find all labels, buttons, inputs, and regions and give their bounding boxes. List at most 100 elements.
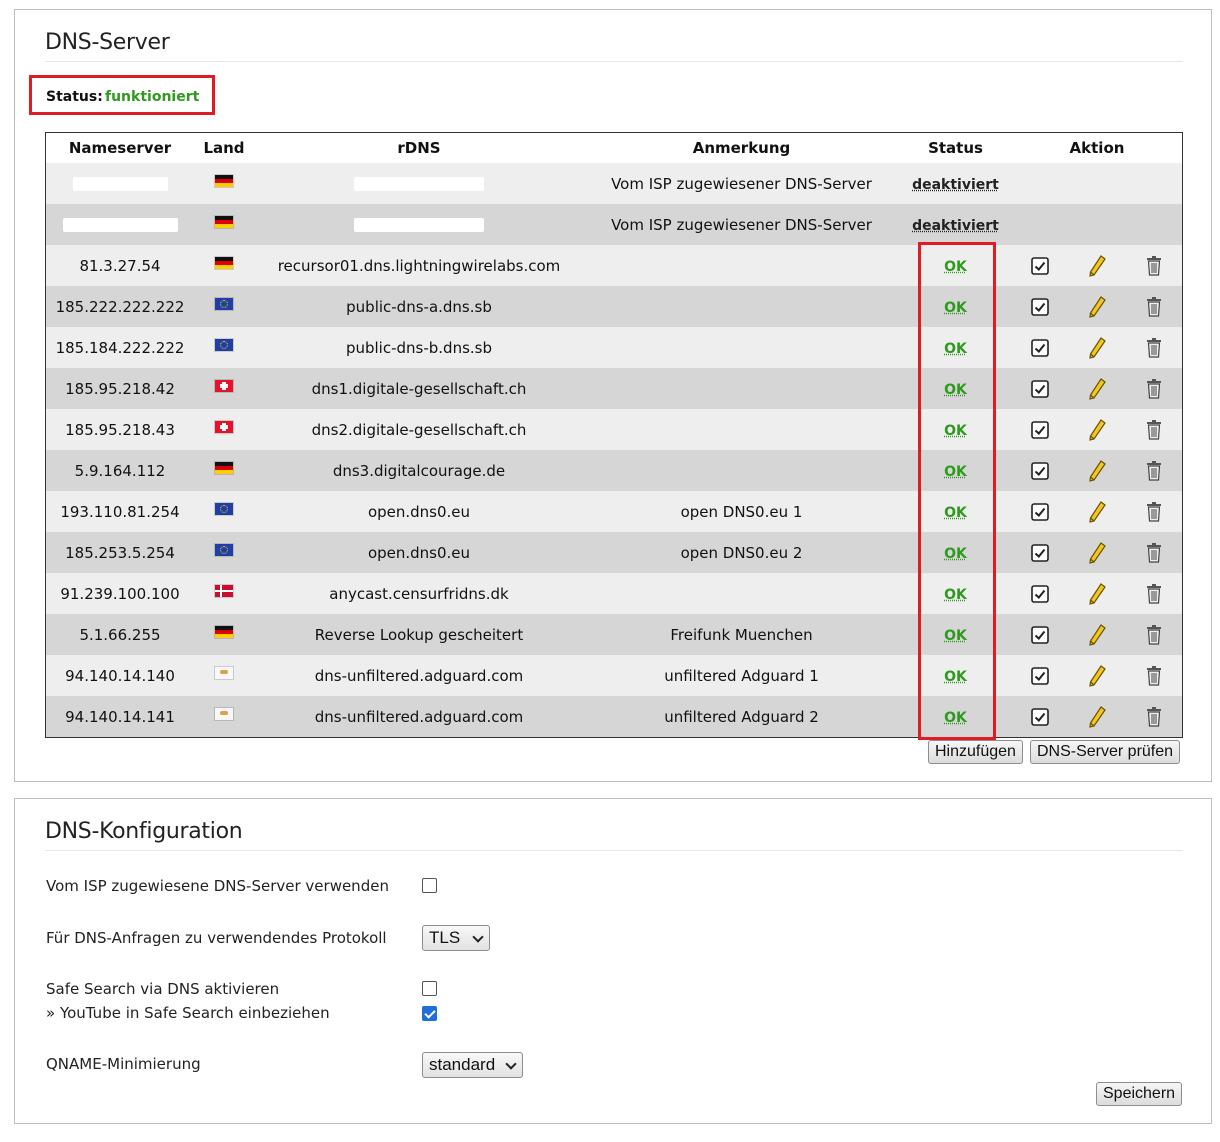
checkbox-icon[interactable] [1030, 666, 1050, 686]
action-cell[interactable] [1012, 450, 1068, 491]
trash-icon[interactable] [1144, 460, 1164, 482]
pencil-icon[interactable] [1087, 254, 1107, 278]
trash-icon[interactable] [1144, 501, 1164, 523]
status-cell[interactable]: OK [899, 696, 1012, 737]
status-cell[interactable]: deaktiviert [899, 204, 1012, 245]
server-status[interactable]: OK [944, 300, 967, 316]
action-cell[interactable] [1068, 614, 1125, 655]
trash-icon[interactable] [1144, 337, 1164, 359]
status-cell[interactable]: OK [899, 286, 1012, 327]
action-cell[interactable] [1125, 327, 1182, 368]
action-cell[interactable] [1012, 409, 1068, 450]
action-cell[interactable] [1125, 573, 1182, 614]
action-cell[interactable] [1068, 450, 1125, 491]
status-cell[interactable]: OK [899, 532, 1012, 573]
server-status[interactable]: OK [944, 423, 967, 439]
isp-dns-checkbox[interactable] [422, 878, 437, 893]
trash-icon[interactable] [1144, 542, 1164, 564]
checkbox-icon[interactable] [1030, 461, 1050, 481]
check-servers-button[interactable]: DNS-Server prüfen [1030, 740, 1181, 764]
protocol-select[interactable]: TLS [422, 925, 490, 951]
action-cell[interactable] [1125, 450, 1182, 491]
checkbox-icon[interactable] [1030, 543, 1050, 563]
action-cell[interactable] [1012, 327, 1068, 368]
server-status[interactable]: OK [944, 587, 967, 603]
checkbox-icon[interactable] [1030, 502, 1050, 522]
pencil-icon[interactable] [1087, 541, 1107, 565]
action-cell[interactable] [1125, 245, 1182, 286]
trash-icon[interactable] [1144, 255, 1164, 277]
checkbox-icon[interactable] [1030, 379, 1050, 399]
checkbox-icon[interactable] [1030, 420, 1050, 440]
action-cell[interactable] [1125, 368, 1182, 409]
action-cell[interactable] [1068, 696, 1125, 737]
action-cell[interactable] [1012, 491, 1068, 532]
checkbox-icon[interactable] [1030, 584, 1050, 604]
pencil-icon[interactable] [1087, 459, 1107, 483]
action-cell[interactable] [1125, 696, 1182, 737]
action-cell[interactable] [1068, 286, 1125, 327]
status-cell[interactable]: OK [899, 450, 1012, 491]
action-cell[interactable] [1125, 532, 1182, 573]
status-cell[interactable]: deaktiviert [899, 163, 1012, 204]
pencil-icon[interactable] [1087, 418, 1107, 442]
checkbox-icon[interactable] [1030, 256, 1050, 276]
action-cell[interactable] [1068, 655, 1125, 696]
status-cell[interactable]: OK [899, 573, 1012, 614]
server-status[interactable]: OK [944, 546, 967, 562]
pencil-icon[interactable] [1087, 377, 1107, 401]
action-cell[interactable] [1068, 245, 1125, 286]
qname-select[interactable]: standard [422, 1052, 523, 1078]
server-status[interactable]: deaktiviert [912, 177, 999, 193]
pencil-icon[interactable] [1087, 705, 1107, 729]
trash-icon[interactable] [1144, 624, 1164, 646]
server-status[interactable]: OK [944, 710, 967, 726]
trash-icon[interactable] [1144, 378, 1164, 400]
status-cell[interactable]: OK [899, 614, 1012, 655]
server-status[interactable]: OK [944, 382, 967, 398]
action-cell[interactable] [1012, 696, 1068, 737]
action-cell[interactable] [1125, 655, 1182, 696]
status-cell[interactable]: OK [899, 327, 1012, 368]
pencil-icon[interactable] [1087, 500, 1107, 524]
action-cell[interactable] [1125, 614, 1182, 655]
action-cell[interactable] [1068, 491, 1125, 532]
status-cell[interactable]: OK [899, 245, 1012, 286]
trash-icon[interactable] [1144, 706, 1164, 728]
pencil-icon[interactable] [1087, 295, 1107, 319]
status-cell[interactable]: OK [899, 368, 1012, 409]
action-cell[interactable] [1012, 655, 1068, 696]
action-cell[interactable] [1068, 368, 1125, 409]
server-status[interactable]: OK [944, 505, 967, 521]
pencil-icon[interactable] [1087, 623, 1107, 647]
checkbox-icon[interactable] [1030, 297, 1050, 317]
checkbox-icon[interactable] [1030, 707, 1050, 727]
save-button[interactable]: Speichern [1096, 1082, 1183, 1106]
youtube-safesearch-checkbox[interactable] [422, 1006, 437, 1021]
action-cell[interactable] [1125, 409, 1182, 450]
add-server-button[interactable]: Hinzufügen [928, 740, 1023, 764]
pencil-icon[interactable] [1087, 336, 1107, 360]
action-cell[interactable] [1012, 245, 1068, 286]
trash-icon[interactable] [1144, 583, 1164, 605]
safesearch-checkbox[interactable] [422, 981, 437, 996]
trash-icon[interactable] [1144, 296, 1164, 318]
action-cell[interactable] [1125, 286, 1182, 327]
action-cell[interactable] [1012, 532, 1068, 573]
action-cell[interactable] [1068, 409, 1125, 450]
server-status[interactable]: OK [944, 464, 967, 480]
pencil-icon[interactable] [1087, 582, 1107, 606]
trash-icon[interactable] [1144, 665, 1164, 687]
status-cell[interactable]: OK [899, 491, 1012, 532]
checkbox-icon[interactable] [1030, 338, 1050, 358]
checkbox-icon[interactable] [1030, 625, 1050, 645]
action-cell[interactable] [1012, 368, 1068, 409]
status-cell[interactable]: OK [899, 409, 1012, 450]
action-cell[interactable] [1068, 532, 1125, 573]
server-status[interactable]: OK [944, 259, 967, 275]
action-cell[interactable] [1012, 286, 1068, 327]
action-cell[interactable] [1012, 614, 1068, 655]
server-status[interactable]: OK [944, 628, 967, 644]
action-cell[interactable] [1068, 327, 1125, 368]
action-cell[interactable] [1068, 573, 1125, 614]
